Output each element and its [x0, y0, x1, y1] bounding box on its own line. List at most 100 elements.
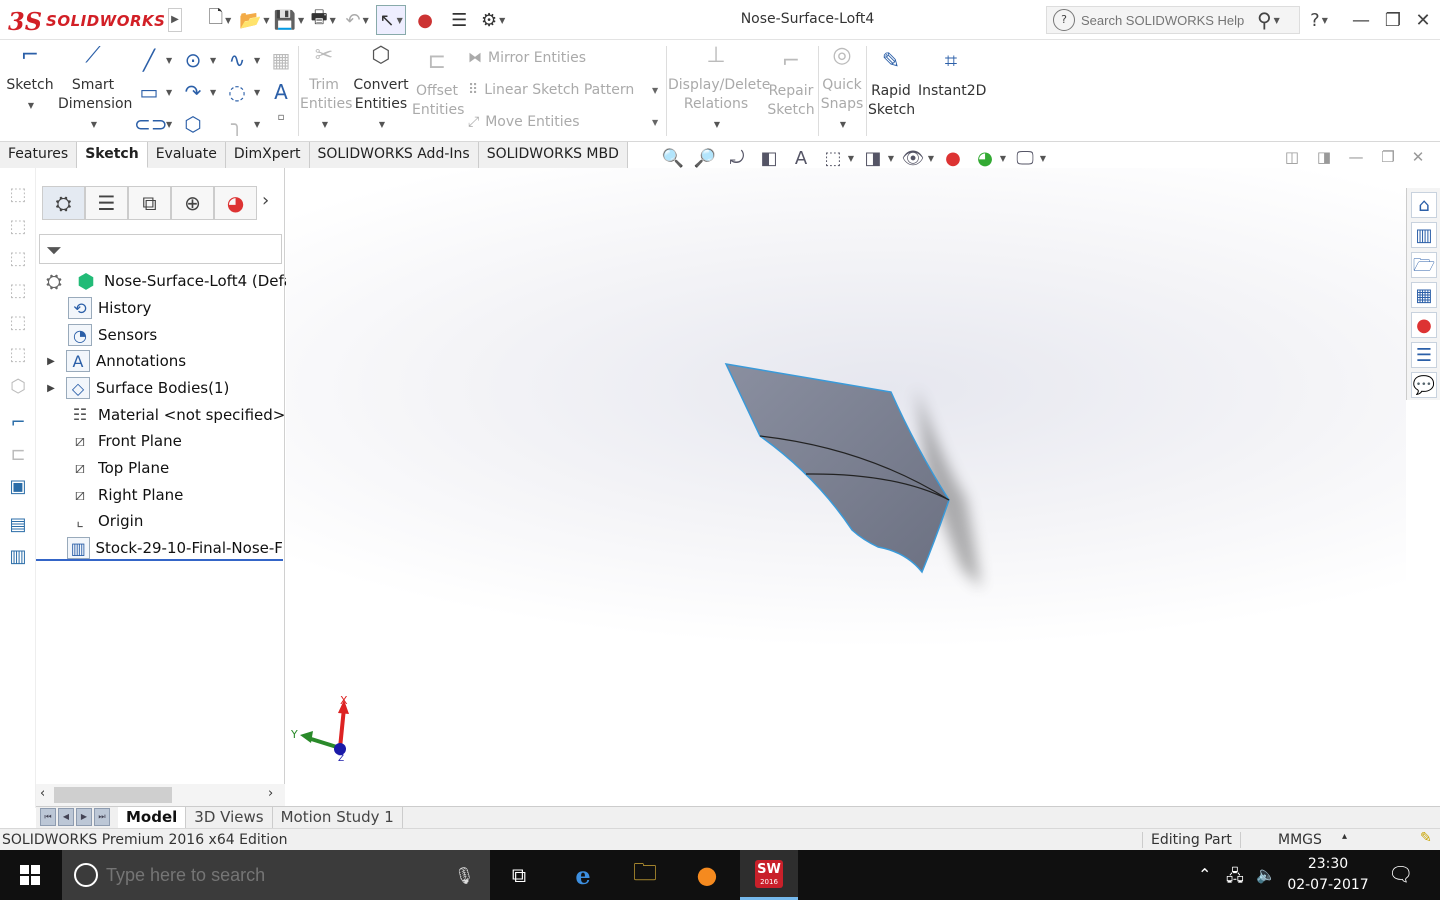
expand-arrow-icon[interactable]: ▶: [44, 383, 58, 394]
firefox-button[interactable]: ●: [678, 850, 736, 900]
network-icon[interactable]: 🖧: [1226, 865, 1244, 892]
viewport-close-button[interactable]: ✕: [1406, 148, 1430, 170]
sketch-button[interactable]: ⌐ Sketch ▼: [6, 45, 54, 115]
smart-dimension-button[interactable]: ⟋ Smart Dimension ▼: [58, 45, 132, 134]
chevron-down-icon[interactable]: ▼: [166, 88, 172, 97]
move-entities-button[interactable]: ⤢ Move Entities: [468, 110, 580, 134]
rebuild-button[interactable]: ●: [410, 5, 440, 35]
search-icon[interactable]: ⚲: [1257, 8, 1272, 32]
dimxpert-manager-tab[interactable]: ⊕: [171, 186, 214, 220]
last-tab-icon[interactable]: ⏭: [94, 808, 110, 826]
file-explorer-taskbar-button[interactable]: 🗀: [616, 850, 674, 900]
previous-view-button[interactable]: ⤾: [724, 148, 750, 169]
viewport-tile-right-button[interactable]: ◨: [1312, 148, 1336, 170]
select-button[interactable]: ↖ ▼: [376, 5, 407, 35]
sketch-icon[interactable]: ⌐: [6, 412, 30, 436]
system-clock[interactable]: 23:30 02-07-2017: [1284, 854, 1372, 896]
file-properties-button[interactable]: ☰: [444, 5, 474, 35]
solidworks-resources-button[interactable]: ⌂: [1411, 192, 1437, 218]
help-search-input[interactable]: [1081, 12, 1251, 28]
apply-scene-button[interactable]: ◕ ▼: [972, 148, 1006, 169]
spline-icon[interactable]: ∿: [222, 48, 252, 76]
chevron-right-icon[interactable]: ›: [262, 190, 269, 211]
tree-root-part[interactable]: ⛭ ⬢ Nose-Surface-Loft4 (Default: [40, 268, 313, 294]
task-view-button[interactable]: ⧉: [490, 850, 548, 900]
chevron-right-icon[interactable]: ›: [268, 786, 273, 801]
chevron-down-icon[interactable]: ▼: [166, 120, 172, 129]
file-explorer-button[interactable]: 🗁: [1411, 252, 1437, 278]
feature-tree-tab[interactable]: ⛭: [42, 186, 85, 220]
tab-features[interactable]: Features: [0, 142, 78, 168]
forum-button[interactable]: 💬: [1411, 372, 1437, 398]
slot-icon[interactable]: ⊂⊃: [134, 112, 168, 140]
expand-arrow-icon[interactable]: ▶: [44, 356, 58, 367]
scrollbar-thumb[interactable]: [54, 787, 172, 803]
viewport-minimize-button[interactable]: —: [1344, 148, 1368, 170]
section-view-button[interactable]: ◧: [756, 148, 782, 169]
undo-button[interactable]: ↶ ▼: [342, 5, 372, 35]
microphone-icon[interactable]: 🎙: [454, 866, 474, 885]
hide-show-items-button[interactable]: 👁 ▼: [900, 148, 934, 169]
chevron-left-icon[interactable]: ‹: [40, 786, 45, 801]
restore-button[interactable]: ❐: [1378, 6, 1408, 34]
zoom-to-fit-button[interactable]: 🔍: [660, 148, 686, 169]
display-delete-relations-button[interactable]: ⊥ Display/Delete Relations ▼: [668, 45, 770, 134]
rectangle-icon[interactable]: ▭: [134, 80, 164, 108]
chevron-up-icon[interactable]: ⌃: [1198, 865, 1211, 884]
viewport-tile-left-button[interactable]: ◫: [1280, 148, 1304, 170]
display-style-button[interactable]: ◨ ▼: [860, 148, 894, 169]
chevron-up-icon[interactable]: ▴: [1342, 831, 1347, 842]
view-orientation-button[interactable]: ⬚ ▼: [820, 148, 854, 169]
view-top-icon[interactable]: ⬚: [6, 312, 30, 336]
appearances-button[interactable]: ●: [1411, 312, 1437, 338]
mirror-entities-button[interactable]: ⧓ Mirror Entities: [468, 46, 586, 70]
point-icon[interactable]: ▫: [266, 112, 296, 140]
tab-evaluate[interactable]: Evaluate: [148, 142, 226, 168]
tree-horizontal-scrollbar[interactable]: ‹ ›: [36, 784, 285, 806]
view-right-icon[interactable]: ⬚: [6, 280, 30, 304]
view-isometric-icon[interactable]: ⬡: [6, 376, 30, 400]
volume-icon[interactable]: 🔈: [1256, 865, 1276, 884]
graphics-area[interactable]: X Y Z: [286, 168, 1406, 808]
tab-solidworks-mbd[interactable]: SOLIDWORKS MBD: [479, 142, 628, 168]
taskbar-search-input[interactable]: [106, 864, 436, 886]
arc-icon[interactable]: ↷: [178, 80, 208, 108]
view-left-icon[interactable]: ⬚: [6, 248, 30, 272]
solidworks-logo[interactable]: 3S SOLIDWORKS: [8, 4, 166, 38]
repair-sketch-button[interactable]: ⌐ Repair Sketch: [766, 51, 816, 120]
linear-sketch-pattern-button[interactable]: ⠿ Linear Sketch Pattern: [468, 78, 634, 102]
help-search-box[interactable]: ? ⚲ ▼: [1046, 6, 1300, 34]
chevron-down-icon[interactable]: ▼: [210, 88, 216, 97]
view-front-icon[interactable]: ⬚: [6, 184, 30, 208]
tab-dimxpert[interactable]: DimXpert: [226, 142, 310, 168]
tab-motion-study-1[interactable]: Motion Study 1: [273, 807, 403, 829]
convert-entities-button[interactable]: ⬡ Convert Entities ▼: [352, 45, 410, 134]
3d-sketch-icon[interactable]: ⊏: [6, 444, 30, 468]
tree-item-top-plane[interactable]: ⧄ Top Plane: [54, 455, 169, 481]
fillet-icon[interactable]: ▦: [266, 48, 296, 76]
tree-item-origin[interactable]: ⌞ Origin: [54, 508, 143, 534]
design-library-button[interactable]: ▥: [1411, 222, 1437, 248]
offset-entities-button[interactable]: ⊏ Offset Entities: [412, 51, 464, 120]
prev-tab-icon[interactable]: ◀: [58, 808, 74, 826]
view-back-icon[interactable]: ⬚: [6, 216, 30, 240]
polygon-icon[interactable]: ⬡: [178, 112, 208, 140]
unit-system-selector[interactable]: MMGS: [1278, 832, 1322, 848]
view-bottom-icon[interactable]: ⬚: [6, 344, 30, 368]
design-library-icon[interactable]: ▥: [6, 546, 30, 570]
text-icon[interactable]: A: [266, 80, 296, 108]
edit-appearance-button[interactable]: ●: [940, 148, 966, 169]
save-button[interactable]: 💾 ▼: [274, 5, 305, 35]
instant2d-button[interactable]: ⌗ Instant2D: [918, 51, 986, 101]
view-palette-button[interactable]: ▦: [1411, 282, 1437, 308]
loft-surface-body[interactable]: [724, 363, 950, 574]
quick-snaps-button[interactable]: ◎ Quick Snaps ▼: [820, 45, 864, 134]
chevron-down-icon[interactable]: ▼: [652, 118, 658, 127]
close-button[interactable]: ✕: [1408, 6, 1438, 34]
viewport-restore-button[interactable]: ❐: [1376, 148, 1400, 170]
minimize-button[interactable]: —: [1346, 6, 1376, 34]
next-tab-icon[interactable]: ▶: [76, 808, 92, 826]
tree-item-surface-bodies[interactable]: ▶ ◇ Surface Bodies(1): [44, 375, 229, 401]
taskbar-search[interactable]: 🎙: [62, 850, 490, 900]
tree-item-history[interactable]: ⟲ History: [54, 295, 151, 321]
